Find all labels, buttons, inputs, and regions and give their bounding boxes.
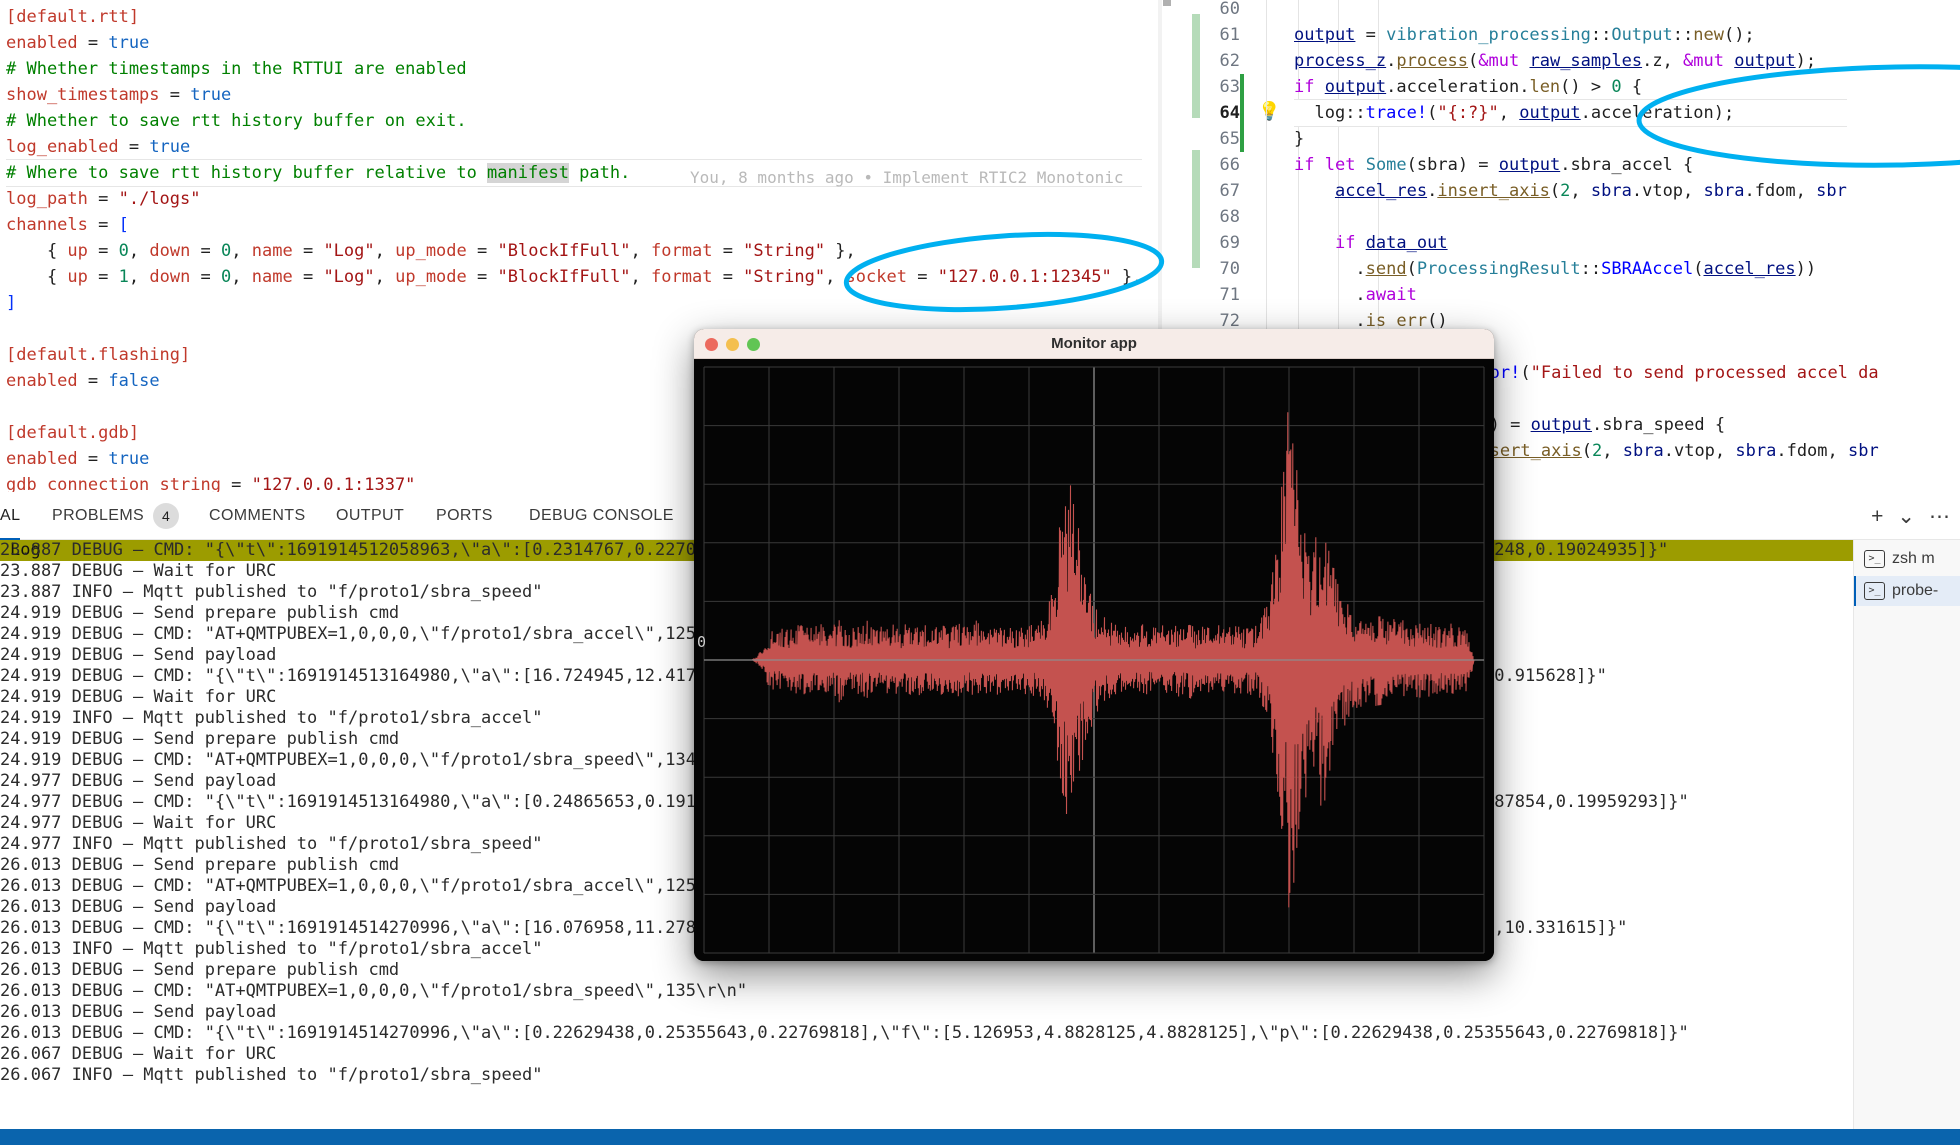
- terminal-line: 26.067 INFO – Mqtt published to "f/proto…: [0, 1065, 542, 1086]
- code-line: if data_out: [1294, 230, 1847, 256]
- terminal-line: 23.887 DEBUG – Wait for URC: [0, 561, 276, 582]
- code-line: .send(ProcessingResult::SBRAAccel(accel_…: [1294, 256, 1847, 282]
- screen-root: [default.rtt] enabled = true # Whether t…: [0, 0, 1960, 1145]
- terminal-line: 24.919 DEBUG – CMD: "AT+QMTPUBEX=1,0,0,0…: [0, 750, 747, 771]
- maximize-window-icon[interactable]: [747, 338, 760, 351]
- line-number: 63: [1162, 74, 1240, 100]
- tab-label: PROBLEMS: [52, 507, 144, 525]
- code-line: { up = 0, down = 0, name = "Log", up_mod…: [6, 238, 1142, 264]
- code-line: ]: [6, 290, 1142, 316]
- line-number: 61: [1162, 22, 1240, 48]
- code-line-current: log::trace!("{:?}", output.acceleration)…: [1294, 100, 1847, 126]
- terminal-line: 26.013 DEBUG – CMD: "{\"t\":169191451427…: [0, 1023, 1689, 1044]
- terminal-line: 26.013 DEBUG – Send prepare publish cmd: [0, 855, 399, 876]
- problems-count-badge: 4: [153, 503, 179, 529]
- monitor-plot-body[interactable]: 0: [694, 359, 1494, 961]
- terminal-line: 26.013 DEBUG – Send payload: [0, 1002, 276, 1023]
- close-window-icon[interactable]: [705, 338, 718, 351]
- terminal-line: 26.013 DEBUG – CMD: "AT+QMTPUBEX=1,0,0,0…: [0, 876, 747, 897]
- code-line: # Whether to save rtt history buffer on …: [6, 108, 1142, 134]
- terminal-line: 26.013 DEBUG – Send prepare publish cmd: [0, 960, 399, 981]
- line-number: 60: [1162, 0, 1240, 22]
- code-line: enabled = true: [6, 30, 1142, 56]
- terminal-line: 24.977 DEBUG – Send payload: [0, 771, 276, 792]
- code-line: show_timestamps = true: [6, 82, 1142, 108]
- terminal-list-item-probe[interactable]: >_ probe-: [1854, 576, 1960, 606]
- tab-label: DEBUG CONSOLE: [529, 507, 674, 525]
- terminal-line: 24.919 DEBUG – Wait for URC: [0, 687, 276, 708]
- new-terminal-icon[interactable]: +: [1871, 506, 1883, 527]
- line-number: 70: [1162, 256, 1240, 282]
- chevron-down-icon[interactable]: ⌄: [1897, 506, 1915, 527]
- code-line: [default.rtt]: [6, 4, 1142, 30]
- tab-problems[interactable]: PROBLEMS 4: [52, 492, 179, 540]
- code-line: if output.acceleration.len() > 0 {: [1294, 74, 1847, 100]
- terminal-line: 26.013 DEBUG – CMD: "AT+QMTPUBEX=1,0,0,0…: [0, 981, 747, 1002]
- quick-fix-lightbulb-icon[interactable]: 💡: [1258, 100, 1280, 122]
- terminal-line: 26.067 DEBUG – Wait for URC: [0, 1044, 276, 1065]
- terminal-line: 24.919 DEBUG – Send payload: [0, 645, 276, 666]
- git-blame-annotation: You, 8 months ago • Implement RTIC2 Mono…: [690, 165, 1123, 191]
- code-line: process_z.process(&mut raw_samples.z, &m…: [1294, 48, 1847, 74]
- code-line-socket: { up = 1, down = 0, name = "Log", up_mod…: [6, 264, 1142, 290]
- terminal-line: 24.919 DEBUG – Send prepare publish cmd: [0, 729, 399, 750]
- tab-label: AL: [0, 507, 20, 525]
- monitor-app-window[interactable]: Monitor app 0: [694, 329, 1494, 961]
- terminal-line: 24.977 DEBUG – Wait for URC: [0, 813, 276, 834]
- more-actions-icon[interactable]: ⋯: [1929, 506, 1950, 527]
- code-line: [1294, 0, 1847, 22]
- vibration-waveform-chart: [704, 367, 1484, 953]
- tab-terminal[interactable]: AL: [0, 492, 20, 540]
- code-line: .await: [1294, 282, 1847, 308]
- terminal-item-label: probe-: [1892, 582, 1938, 600]
- chart-y-zero-label: 0: [697, 633, 706, 651]
- terminal-item-label: zsh m: [1892, 550, 1935, 568]
- terminal-instance-list: >_ zsh m >_ probe-: [1853, 540, 1960, 1129]
- code-line: [1294, 204, 1847, 230]
- terminal-line: 24.919 DEBUG – CMD: "AT+QMTPUBEX=1,0,0,0…: [0, 624, 747, 645]
- tab-comments[interactable]: COMMENTS: [209, 492, 306, 540]
- terminal-icon: >_: [1864, 550, 1885, 568]
- terminal-icon: >_: [1864, 582, 1885, 600]
- tab-label: PORTS: [436, 507, 493, 525]
- code-line: channels = [: [6, 212, 1142, 238]
- panel-actions: + ⌄ ⋯: [1871, 492, 1950, 540]
- status-bar[interactable]: [0, 1129, 1960, 1145]
- terminal-line: 24.919 INFO – Mqtt published to "f/proto…: [0, 708, 542, 729]
- terminal-line: 26.013 INFO – Mqtt published to "f/proto…: [0, 939, 542, 960]
- line-number: 65: [1162, 126, 1240, 152]
- tab-label: COMMENTS: [209, 507, 306, 525]
- terminal-line: 26.013 DEBUG – Send payload: [0, 897, 276, 918]
- git-change-indicator: [1240, 74, 1244, 152]
- code-line: output = vibration_processing::Output::n…: [1294, 22, 1847, 48]
- monitor-window-title: Monitor app: [694, 335, 1494, 352]
- line-number: 68: [1162, 204, 1240, 230]
- code-line: log_enabled = true: [6, 134, 1142, 160]
- minimize-window-icon[interactable]: [726, 338, 739, 351]
- code-line: }: [1294, 126, 1847, 152]
- terminal-line: 24.919 DEBUG – Send prepare publish cmd: [0, 603, 399, 624]
- tab-label: OUTPUT: [336, 507, 404, 525]
- window-traffic-lights: [705, 338, 760, 351]
- rust-code-area[interactable]: output = vibration_processing::Output::n…: [1294, 0, 1847, 334]
- tab-output[interactable]: OUTPUT: [336, 492, 404, 540]
- tab-debug-console[interactable]: DEBUG CONSOLE: [529, 492, 674, 540]
- line-number: 66: [1162, 152, 1240, 178]
- tab-ports[interactable]: PORTS: [436, 492, 493, 540]
- line-number: 62: [1162, 48, 1240, 74]
- terminal-list-item-zsh[interactable]: >_ zsh m: [1854, 544, 1960, 574]
- terminal-line: 23.887 INFO – Mqtt published to "f/proto…: [0, 582, 542, 603]
- code-line: if let Some(sbra) = output.sbra_accel {: [1294, 152, 1847, 178]
- monitor-title-bar[interactable]: Monitor app: [694, 329, 1494, 359]
- line-number-current: 64: [1162, 100, 1240, 126]
- code-line: accel_res.insert_axis(2, sbra.vtop, sbra…: [1294, 178, 1847, 204]
- line-number: 67: [1162, 178, 1240, 204]
- code-line: # Whether timestamps in the RTTUI are en…: [6, 56, 1142, 82]
- line-number: 69: [1162, 230, 1240, 256]
- terminal-line: 24.977 INFO – Mqtt published to "f/proto…: [0, 834, 542, 855]
- line-number: 71: [1162, 282, 1240, 308]
